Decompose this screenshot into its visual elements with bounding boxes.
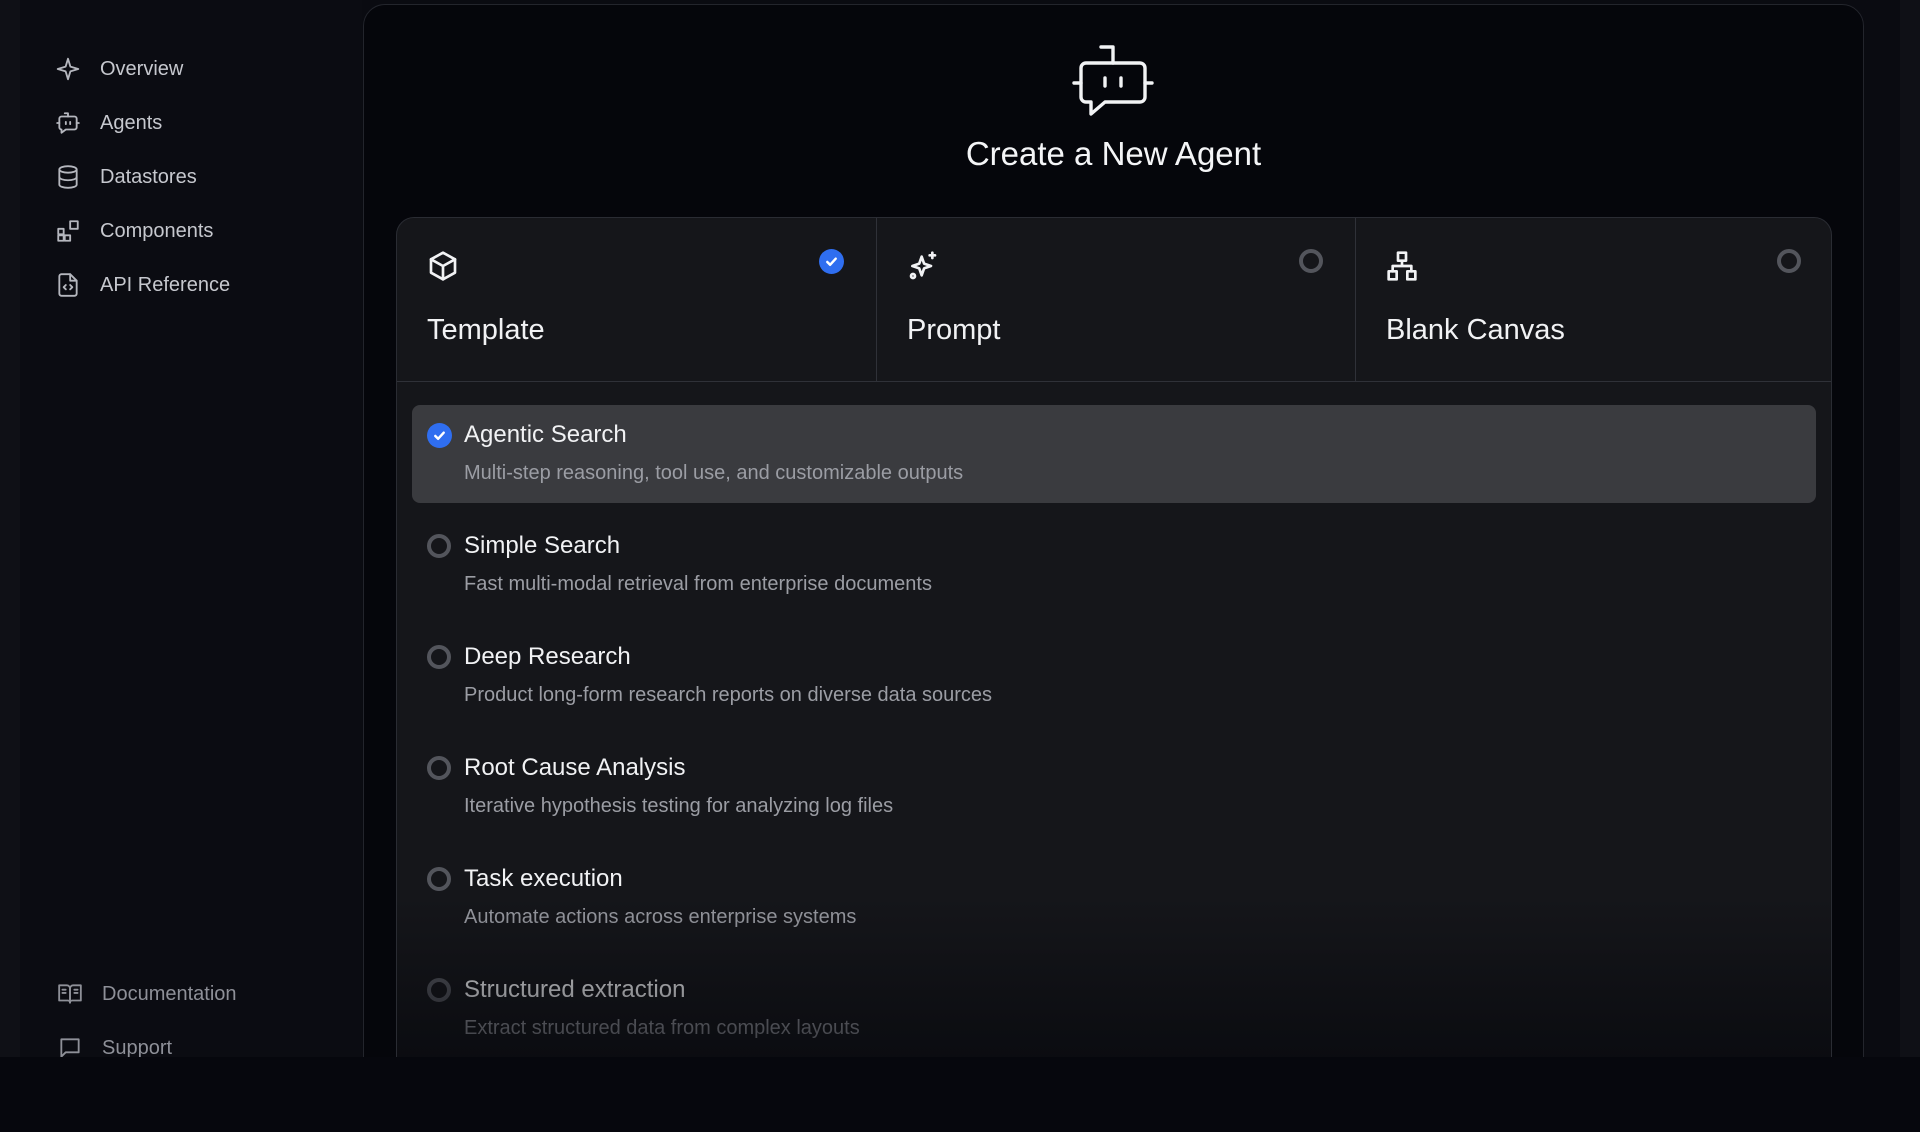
option-title: Simple Search <box>464 532 621 559</box>
mode-selector: Template Prompt Blank Canvas <box>397 218 1831 382</box>
template-option-simple-search[interactable]: Simple Search Fast multi-modal retrieval… <box>412 516 1816 614</box>
option-title: Agentic Search <box>464 421 627 448</box>
sidebar-item-documentation[interactable]: Documentation <box>56 974 237 1014</box>
option-description: Iterative hypothesis testing for analyzi… <box>464 795 894 817</box>
mode-label: Template <box>427 314 545 346</box>
sidebar-item-label: Datastores <box>100 165 197 188</box>
template-option-agentic-search[interactable]: Agentic Search Multi-step reasoning, too… <box>412 405 1816 503</box>
option-description: Product long-form research reports on di… <box>464 684 993 706</box>
radio-button[interactable] <box>1299 249 1323 273</box>
agent-type-card: Template Prompt Blank Canvas Agentic Sea… <box>396 217 1832 1057</box>
radio-button[interactable] <box>427 756 451 780</box>
bot-icon <box>54 109 82 137</box>
option-description: Extract structured data from complex lay… <box>464 1017 860 1039</box>
mode-prompt[interactable]: Prompt <box>876 218 1355 381</box>
sidebar-item-datastores[interactable]: Datastores <box>54 157 197 197</box>
sidebar-item-overview[interactable]: Overview <box>54 49 183 89</box>
option-description: Automate actions across enterprise syste… <box>464 906 857 928</box>
left-edge <box>0 0 20 1057</box>
database-icon <box>54 163 82 191</box>
sidebar-item-label: Support <box>102 1036 173 1058</box>
option-title: Task execution <box>464 865 623 892</box>
option-title: Root Cause Analysis <box>464 754 686 781</box>
sidebar-item-label: Overview <box>100 57 184 80</box>
sidebar-item-support[interactable]: Support <box>56 1028 172 1057</box>
mode-label: Prompt <box>907 314 1001 346</box>
sidebar-item-label: Components <box>100 219 214 242</box>
sidebar-item-components[interactable]: Components <box>54 211 213 251</box>
sparkle-icon <box>54 55 82 83</box>
sidebar: Overview Agents Datastores Components AP… <box>20 0 362 1057</box>
option-title: Structured extraction <box>464 976 686 1003</box>
radio-button[interactable] <box>427 978 451 1002</box>
sparkles-icon <box>907 250 939 282</box>
option-description: Fast multi-modal retrieval from enterpri… <box>464 573 932 595</box>
bottom-bar <box>0 1057 1920 1132</box>
app-window: Overview Agents Datastores Components AP… <box>0 0 1920 1057</box>
template-option-structured-extraction[interactable]: Structured extraction Extract structured… <box>412 960 1816 1057</box>
mode-blank-canvas[interactable]: Blank Canvas <box>1355 218 1831 381</box>
option-description: Multi-step reasoning, tool use, and cust… <box>464 462 964 484</box>
check-circle-icon[interactable] <box>819 249 844 274</box>
message-icon <box>56 1034 84 1057</box>
create-agent-panel: Create a New Agent Template Prompt Blank… <box>363 4 1864 1057</box>
sidebar-item-label: Agents <box>100 111 163 134</box>
template-option-root-cause-analysis[interactable]: Root Cause Analysis Iterative hypothesis… <box>412 738 1816 836</box>
option-title: Deep Research <box>464 643 631 670</box>
right-edge <box>1900 0 1920 1057</box>
radio-button[interactable] <box>427 534 451 558</box>
template-option-task-execution[interactable]: Task execution Automate actions across e… <box>412 849 1816 947</box>
components-icon <box>54 217 82 245</box>
cube-icon <box>427 250 459 282</box>
sidebar-item-label: API Reference <box>100 273 231 296</box>
sidebar-item-api-reference[interactable]: API Reference <box>54 265 230 305</box>
mode-label: Blank Canvas <box>1386 314 1565 346</box>
radio-button[interactable] <box>1777 249 1801 273</box>
template-option-deep-research[interactable]: Deep Research Product long-form research… <box>412 627 1816 725</box>
page-title: Create a New Agent <box>965 135 1262 172</box>
bot-icon <box>1072 39 1154 121</box>
code-file-icon <box>54 271 82 299</box>
radio-button[interactable] <box>427 645 451 669</box>
book-icon <box>56 980 84 1008</box>
sidebar-item-label: Documentation <box>102 982 237 1005</box>
hierarchy-icon <box>1386 250 1418 282</box>
check-circle-icon[interactable] <box>427 423 452 448</box>
radio-button[interactable] <box>427 867 451 891</box>
sidebar-item-agents[interactable]: Agents <box>54 103 162 143</box>
mode-template[interactable]: Template <box>397 218 876 381</box>
